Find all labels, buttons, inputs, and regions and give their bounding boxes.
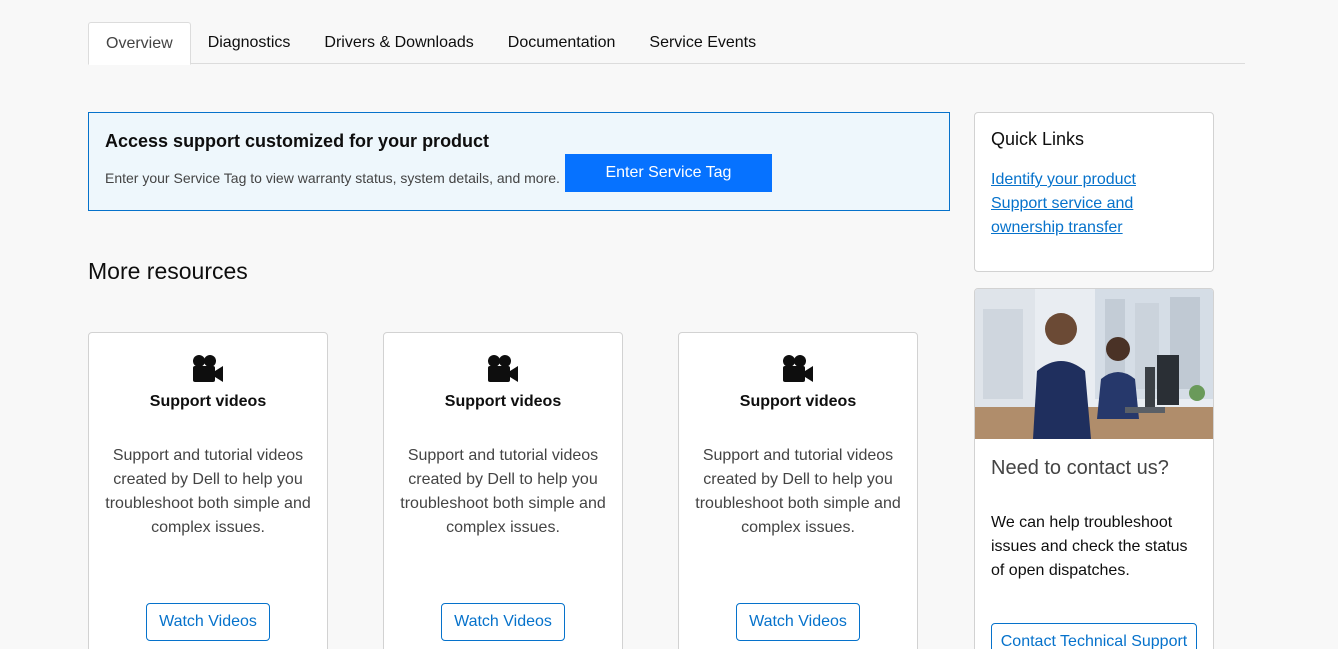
tab-drivers-downloads[interactable]: Drivers & Downloads xyxy=(307,22,490,64)
card-title: Support videos xyxy=(444,393,562,410)
video-camera-icon xyxy=(783,355,813,382)
contact-title: Need to contact us? xyxy=(991,457,1169,479)
tab-documentation[interactable]: Documentation xyxy=(491,22,633,64)
contact-text: We can help troubleshoot issues and chec… xyxy=(991,514,1188,579)
video-camera-icon xyxy=(193,355,223,382)
watch-videos-button[interactable]: Watch Videos xyxy=(146,603,270,641)
card-description: Support and tutorial videos created by D… xyxy=(695,447,901,536)
contact-panel: Need to contact us? We can help troubles… xyxy=(974,288,1214,649)
identify-product-link[interactable]: Identify your product xyxy=(991,168,1197,192)
card-title: Support videos xyxy=(149,393,267,410)
card-description: Support and tutorial videos created by D… xyxy=(400,447,606,536)
banner-text: Enter your Service Tag to view warranty … xyxy=(105,170,560,186)
tab-diagnostics[interactable]: Diagnostics xyxy=(191,22,308,64)
banner-title: Access support customized for your produ… xyxy=(105,131,490,151)
resource-card: Support videos Support and tutorial vide… xyxy=(383,332,623,649)
ownership-transfer-link[interactable]: Support service and ownership transfer xyxy=(991,192,1197,240)
quick-links-panel: Quick Links Identify your product Suppor… xyxy=(974,112,1214,272)
watch-videos-button[interactable]: Watch Videos xyxy=(441,603,565,641)
more-resources-title: More resources xyxy=(88,258,248,284)
tab-service-events[interactable]: Service Events xyxy=(632,22,773,64)
support-agents-photo xyxy=(975,289,1213,439)
card-description: Support and tutorial videos created by D… xyxy=(105,447,311,536)
resource-card: Support videos Support and tutorial vide… xyxy=(88,332,328,649)
watch-videos-button[interactable]: Watch Videos xyxy=(736,603,860,641)
tab-bar: Overview Diagnostics Drivers & Downloads… xyxy=(88,22,1245,65)
quick-links-title: Quick Links xyxy=(991,129,1085,149)
enter-service-tag-button[interactable]: Enter Service Tag xyxy=(564,154,772,192)
contact-technical-support-button[interactable]: Contact Technical Support xyxy=(991,623,1197,649)
video-camera-icon xyxy=(488,355,518,382)
tab-overview[interactable]: Overview xyxy=(88,22,191,65)
resource-card: Support videos Support and tutorial vide… xyxy=(678,332,918,649)
service-tag-banner: Access support customized for your produ… xyxy=(88,112,950,211)
card-title: Support videos xyxy=(739,393,857,410)
